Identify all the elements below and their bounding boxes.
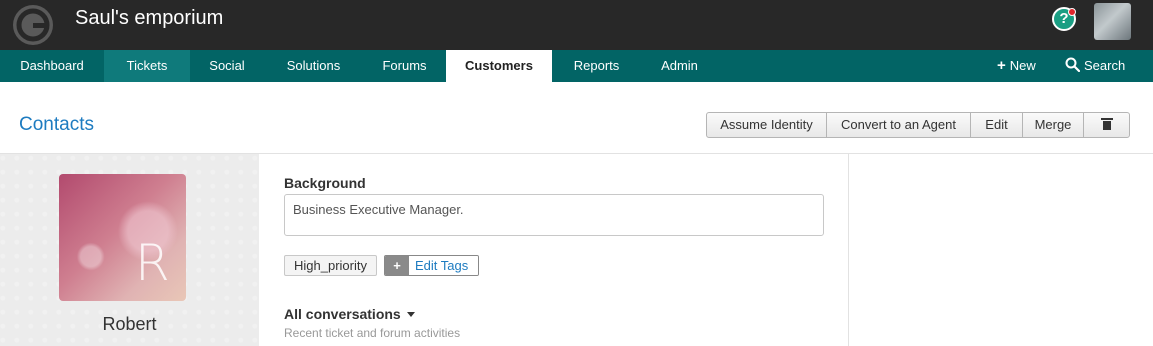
merge-button[interactable]: Merge [1023,113,1084,137]
edit-button[interactable]: Edit [971,113,1023,137]
sidebar-panel [850,154,1153,346]
contact-details: Background Business Executive Manager. H… [259,154,849,346]
tab-customers[interactable]: Customers [446,50,552,82]
logo-icon[interactable] [11,3,55,47]
search-icon [1065,57,1081,73]
background-label: Background [284,175,366,191]
tab-reports[interactable]: Reports [552,50,641,82]
contact-name: Robert [102,314,157,334]
user-avatar[interactable] [1094,3,1131,40]
tab-solutions[interactable]: Solutions [264,50,363,82]
tab-forums[interactable]: Forums [363,50,446,82]
new-label: New [1009,58,1036,73]
profile-panel: R Robert [0,154,259,346]
background-field[interactable]: Business Executive Manager. [284,194,824,236]
notification-dot [1068,8,1076,16]
assume-identity-button[interactable]: Assume Identity [707,113,827,137]
tab-admin[interactable]: Admin [641,50,718,82]
plus-icon: + [997,57,1006,74]
tag-chip[interactable]: High_priority [284,255,377,276]
top-header: Saul's emporium ? [0,0,1153,50]
edit-tags-label: Edit Tags [409,256,479,275]
new-button[interactable]: + New [997,50,1036,82]
tab-dashboard[interactable]: Dashboard [0,50,104,82]
brand-name[interactable]: Saul's emporium [75,6,223,30]
page-title: Contacts [19,114,94,135]
trash-icon [1100,118,1113,130]
profile-picture: R [59,174,186,301]
convert-agent-button[interactable]: Convert to an Agent [827,113,971,137]
conversations-filter[interactable]: All conversations [284,306,415,322]
search-button[interactable]: Search [1065,50,1125,82]
main-nav: Dashboard Tickets Social Solutions Forum… [0,50,1153,82]
conversations-title: All conversations [284,306,401,322]
profile-initial: R [135,234,170,292]
tab-tickets[interactable]: Tickets [104,50,190,82]
contact-actions: Assume Identity Convert to an Agent Edit… [706,112,1130,138]
plus-icon: + [385,256,409,275]
conversations-subtitle: Recent ticket and forum activities [284,326,461,340]
delete-button[interactable] [1084,113,1129,137]
tab-social[interactable]: Social [190,50,264,82]
caret-down-icon [406,312,415,317]
edit-tags-button[interactable]: + Edit Tags [384,255,480,276]
search-label: Search [1084,58,1126,73]
